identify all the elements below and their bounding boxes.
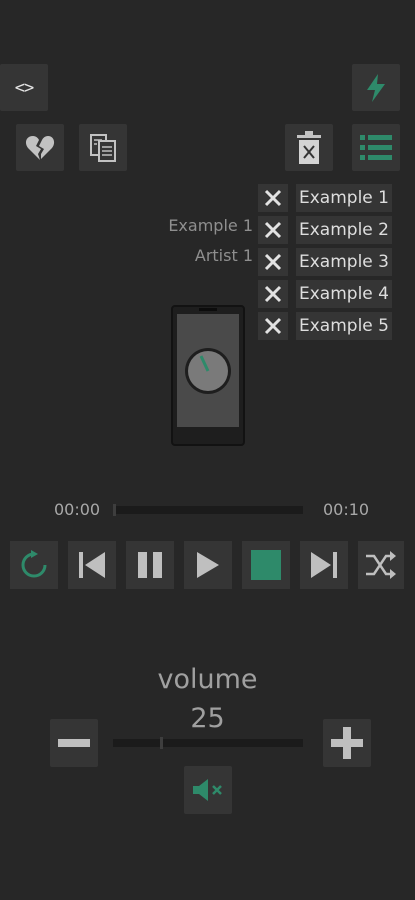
playlist-button[interactable] [352, 124, 400, 171]
playlist-item-name[interactable]: Example 5 [296, 312, 392, 340]
lightning-icon [367, 73, 385, 102]
broken-heart-button[interactable] [16, 124, 64, 171]
copy-button[interactable] [79, 124, 127, 171]
broken-heart-icon [25, 135, 55, 160]
volume-up-button[interactable] [323, 719, 371, 767]
repeat-button[interactable] [10, 541, 58, 589]
playlist-item-name[interactable]: Example 4 [296, 280, 392, 308]
remove-item-button[interactable] [258, 216, 288, 244]
close-icon [264, 317, 282, 335]
previous-button[interactable] [68, 541, 116, 589]
volume-handle[interactable] [159, 737, 163, 749]
track-title: Example 1 [168, 216, 253, 235]
pause-icon [138, 552, 162, 578]
playlist-icon [360, 134, 392, 160]
code-toggle-button[interactable]: <> [0, 64, 48, 111]
repeat-icon [21, 550, 47, 578]
stop-button[interactable] [242, 541, 290, 589]
play-icon [197, 552, 219, 578]
total-time: 00:10 [323, 500, 370, 519]
remove-item-button[interactable] [258, 312, 288, 340]
playlist-item-name[interactable]: Example 2 [296, 216, 392, 244]
code-angle-brackets-icon: <> [14, 77, 35, 98]
copy-docs-icon [90, 133, 116, 162]
shuffle-icon [366, 551, 396, 579]
seek-bar[interactable] [113, 506, 303, 514]
skip-next-icon [311, 552, 337, 578]
remove-item-button[interactable] [258, 248, 288, 276]
stop-icon [251, 550, 281, 580]
mute-button[interactable] [184, 766, 232, 814]
shuffle-button[interactable] [358, 541, 404, 589]
skip-previous-icon [79, 552, 105, 578]
minus-icon [58, 739, 90, 747]
playlist-item-name[interactable]: Example 1 [296, 184, 392, 212]
track-artist: Artist 1 [194, 246, 253, 265]
volume-label: volume [157, 664, 258, 695]
mute-icon [193, 779, 222, 801]
play-button[interactable] [184, 541, 232, 589]
lightning-button[interactable] [352, 64, 400, 111]
pause-button[interactable] [126, 541, 174, 589]
trash-button[interactable] [285, 124, 333, 171]
volume-down-button[interactable] [50, 719, 98, 767]
seek-handle[interactable] [113, 504, 116, 516]
media-device-icon [171, 305, 245, 446]
next-button[interactable] [300, 541, 348, 589]
remove-item-button[interactable] [258, 184, 288, 212]
close-icon [264, 253, 282, 271]
volume-slider[interactable] [113, 739, 303, 747]
current-time: 00:00 [54, 500, 101, 519]
trash-icon [297, 130, 321, 164]
close-icon [264, 285, 282, 303]
remove-item-button[interactable] [258, 280, 288, 308]
close-icon [264, 189, 282, 207]
plus-icon [331, 727, 363, 759]
playlist-item-name[interactable]: Example 3 [296, 248, 392, 276]
device-artwork [171, 305, 245, 446]
close-icon [264, 221, 282, 239]
